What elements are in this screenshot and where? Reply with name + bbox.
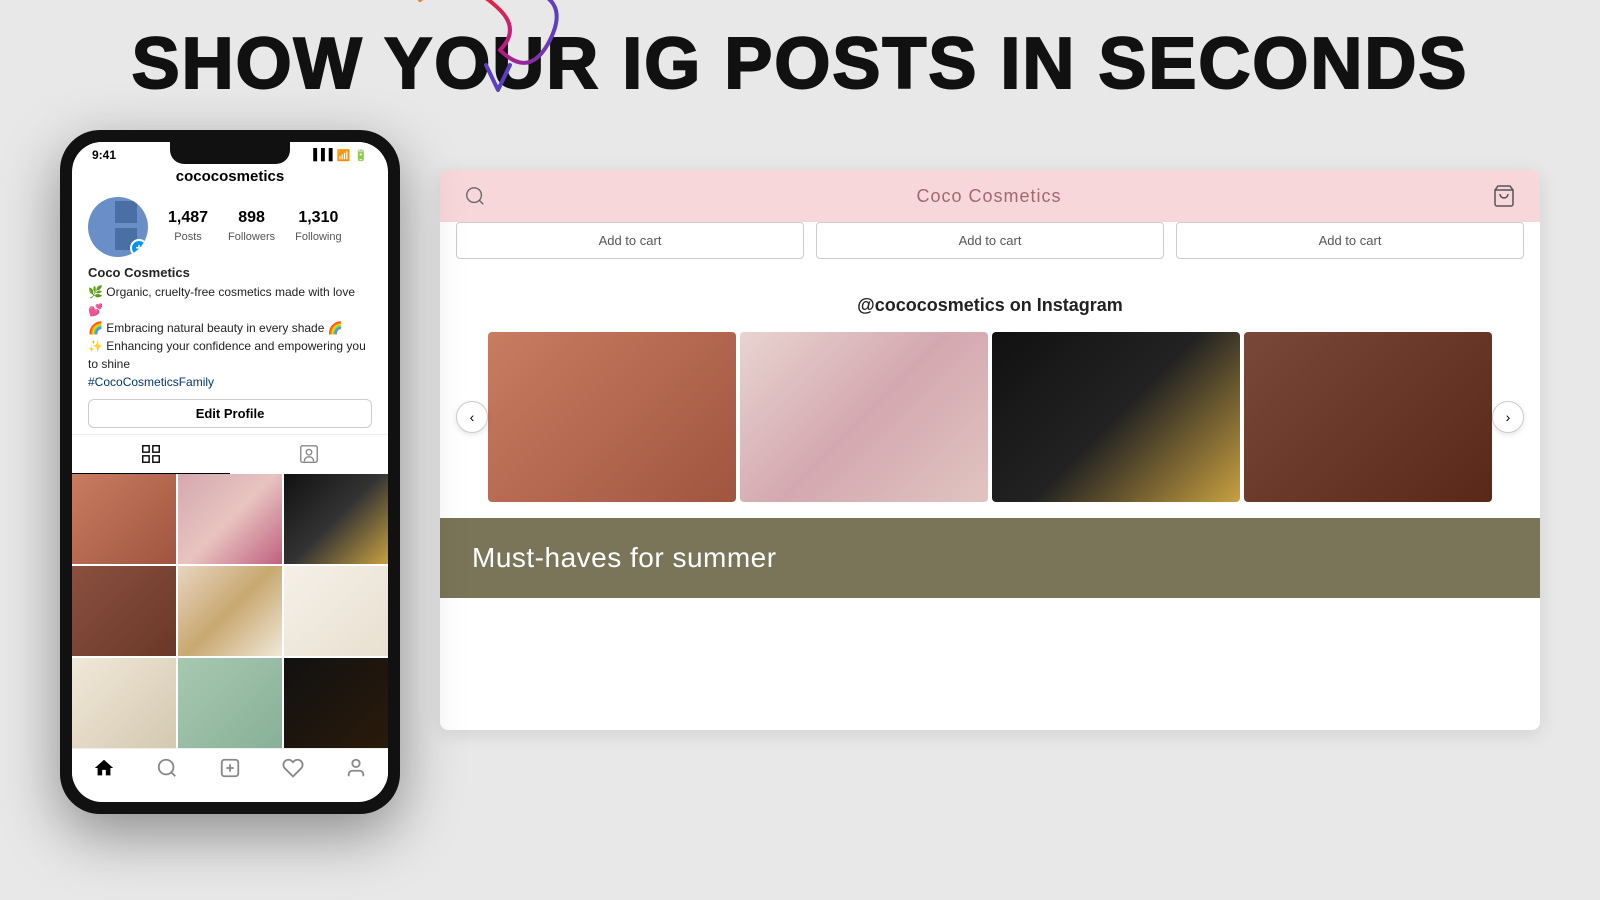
ig-bio-line-2: 🌈 Embracing natural beauty in every shad… (88, 319, 372, 337)
add-to-cart-btn-1[interactable]: Add to cart (456, 222, 804, 259)
wifi-icon: 📶 (337, 149, 351, 162)
carousel-img-3[interactable] (992, 332, 1240, 502)
main-content: 9:41 ▐▐▐ 📶 🔋 cococosmetics (0, 110, 1600, 814)
grid-item-3[interactable] (284, 474, 388, 564)
edit-profile-button[interactable]: Edit Profile (88, 399, 372, 428)
grid-item-7[interactable] (72, 658, 176, 748)
grid-item-1[interactable] (72, 474, 176, 564)
phone-frame: 9:41 ▐▐▐ 📶 🔋 cococosmetics (60, 130, 400, 814)
add-to-cart-btn-3[interactable]: Add to cart (1176, 222, 1524, 259)
phone-screen: 9:41 ▐▐▐ 📶 🔋 cococosmetics (72, 142, 388, 802)
ig-bio-line-3: ✨ Enhancing your confidence and empoweri… (88, 337, 372, 373)
arrow-decoration (390, 0, 610, 100)
ig-bio: Coco Cosmetics 🌿 Organic, cruelty-free c… (72, 257, 388, 393)
shop-footer-title: Must-haves for summer (472, 542, 1508, 574)
nav-profile-icon[interactable] (345, 757, 367, 779)
ig-photo-grid (72, 474, 388, 748)
instagram-section-title: @cococosmetics on Instagram (456, 295, 1524, 316)
ig-username: cococosmetics (72, 164, 388, 191)
shop-header: Coco Cosmetics (440, 170, 1540, 222)
ig-tab-tagged[interactable] (230, 435, 388, 474)
ig-tabs (72, 434, 388, 474)
carousel-images (488, 332, 1492, 502)
nav-home-icon[interactable] (93, 757, 115, 779)
grid-item-8[interactable] (178, 658, 282, 748)
ig-avatar: + (88, 197, 148, 257)
nav-search-icon[interactable] (156, 757, 178, 779)
battery-icon: 🔋 (354, 149, 368, 162)
grid-item-5[interactable] (178, 566, 282, 656)
post-carousel: ‹ › (456, 332, 1524, 502)
shop-panel: Coco Cosmetics Add to cart Add to cart A… (440, 170, 1540, 730)
ig-stat-following: 1,310 Following (295, 209, 341, 245)
grid-item-4[interactable] (72, 566, 176, 656)
instagram-section: @cococosmetics on Instagram ‹ (440, 275, 1540, 518)
ig-display-name: Coco Cosmetics (88, 263, 372, 283)
carousel-img-4[interactable] (1244, 332, 1492, 502)
cart-icon[interactable] (1492, 184, 1516, 208)
grid-item-9[interactable] (284, 658, 388, 748)
avatar-add-btn[interactable]: + (130, 239, 148, 257)
grid-item-2[interactable] (178, 474, 282, 564)
person-icon (298, 443, 320, 465)
ig-stats: 1,487 Posts 898 Followers 1,310 Followin… (148, 205, 362, 249)
nav-heart-icon[interactable] (282, 757, 304, 779)
ig-hashtag: #CocoCosmeticsFamily (88, 373, 372, 391)
add-to-cart-btn-2[interactable]: Add to cart (816, 222, 1164, 259)
status-icons: ▐▐▐ 📶 🔋 (309, 149, 368, 162)
page-header: SHOW YOUR IG POSTS IN SECONDS (0, 0, 1600, 110)
grid-item-6[interactable] (284, 566, 388, 656)
page-title: SHOW YOUR IG POSTS IN SECONDS (0, 28, 1600, 100)
add-to-cart-row: Add to cart Add to cart Add to cart (440, 222, 1540, 275)
phone-notch (170, 142, 290, 164)
ig-stat-posts: 1,487 Posts (168, 209, 208, 245)
phone-mockup: 9:41 ▐▐▐ 📶 🔋 cococosmetics (60, 130, 400, 814)
instagram-profile: cococosmetics + 1,487 (72, 164, 388, 748)
phone-bottom-nav (72, 748, 388, 783)
nav-add-icon[interactable] (219, 757, 241, 779)
ig-stat-followers: 898 Followers (228, 209, 275, 245)
grid-icon (140, 443, 162, 465)
carousel-img-1[interactable] (488, 332, 736, 502)
ig-tab-grid[interactable] (72, 435, 230, 474)
ig-stats-row: + 1,487 Posts 898 Followers (72, 191, 388, 257)
carousel-prev-btn[interactable]: ‹ (456, 401, 488, 433)
search-icon[interactable] (464, 185, 486, 207)
shop-footer-banner: Must-haves for summer (440, 518, 1540, 598)
signal-icon: ▐▐▐ (309, 149, 332, 161)
clock: 9:41 (92, 148, 116, 162)
carousel-next-btn[interactable]: › (1492, 401, 1524, 433)
shop-title: Coco Cosmetics (916, 186, 1061, 207)
ig-bio-line-1: 🌿 Organic, cruelty-free cosmetics made w… (88, 283, 372, 319)
carousel-img-2[interactable] (740, 332, 988, 502)
